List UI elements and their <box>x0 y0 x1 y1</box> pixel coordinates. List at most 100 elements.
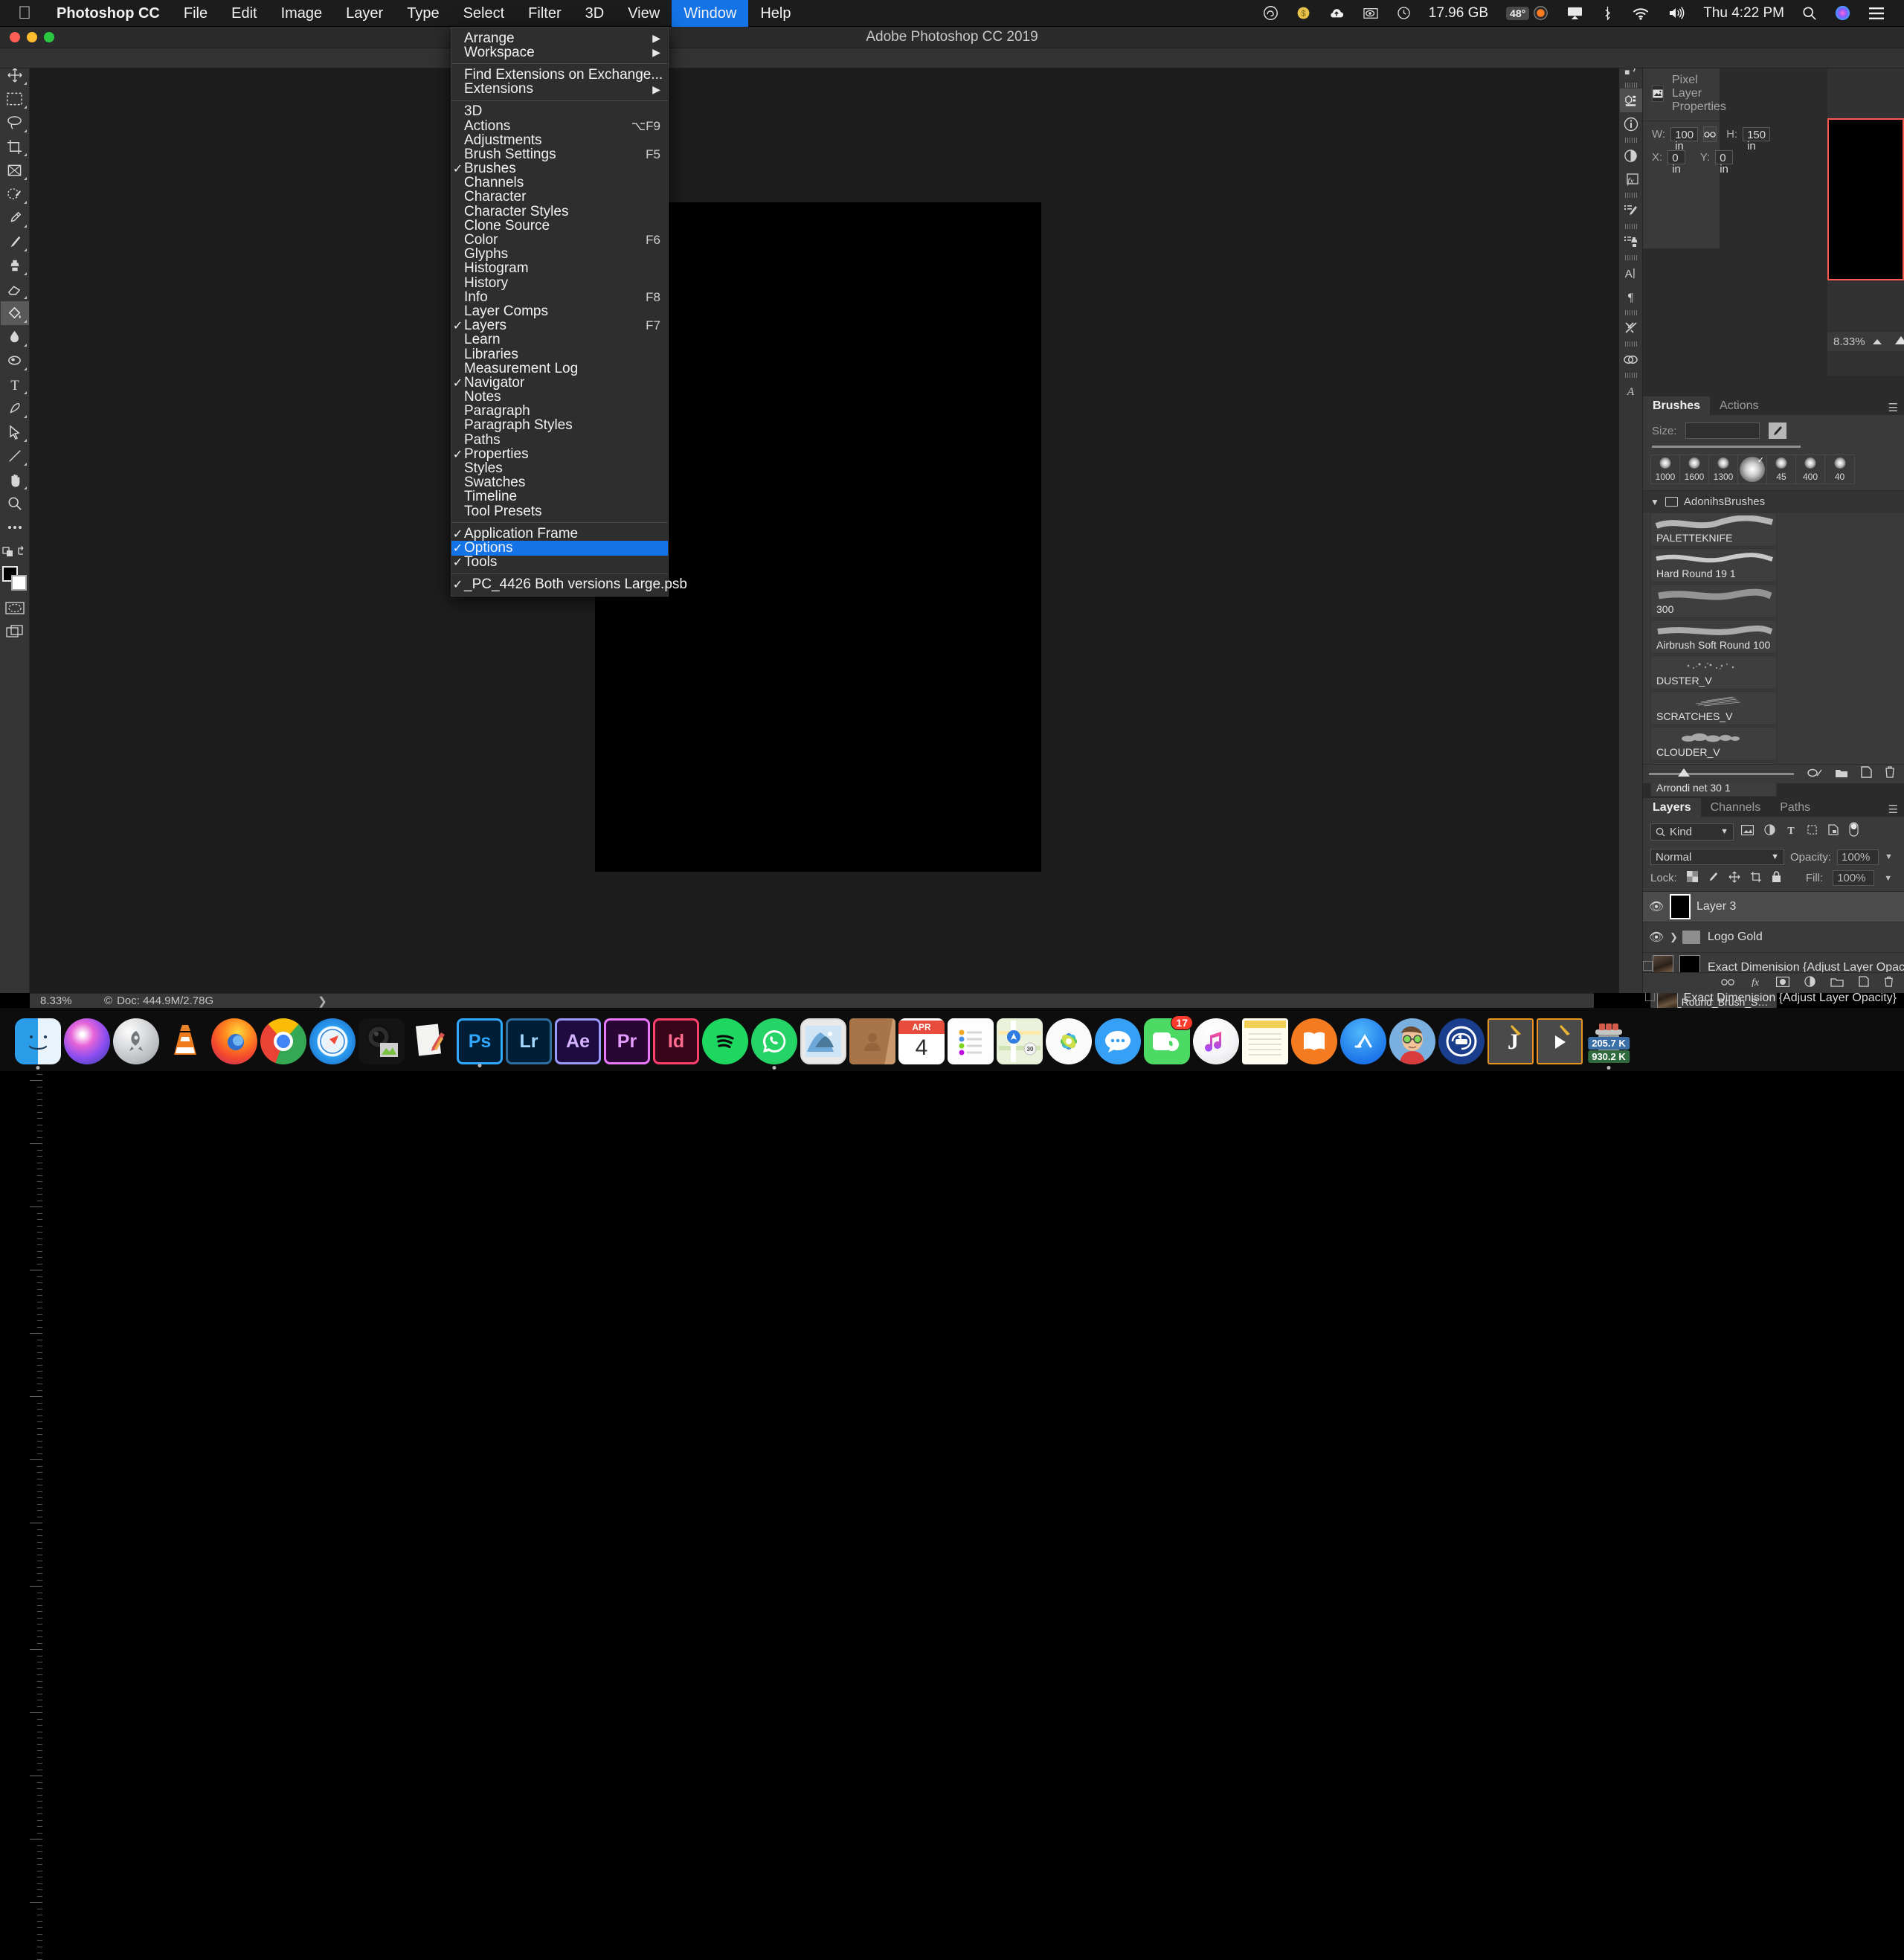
lightroom-icon[interactable]: Lr <box>506 1018 552 1064</box>
layer-name[interactable]: Exact Dimenision {Adjust Layer Opacity} <box>1684 992 1897 1005</box>
brush-preset-1[interactable]: 1600 <box>1680 455 1709 483</box>
movies-stack-icon[interactable] <box>1537 1018 1583 1064</box>
chevron-down-icon[interactable]: ▼ <box>1650 497 1659 507</box>
menu-item-info[interactable]: InfoF8 <box>451 290 668 304</box>
navigator-zoom-value[interactable]: 8.33% <box>1833 335 1865 348</box>
tab-paths[interactable]: Paths <box>1770 798 1820 817</box>
menu-select[interactable]: Select <box>451 0 517 27</box>
menu-item-3d[interactable]: 3D <box>451 105 668 119</box>
fill-stepper-icon[interactable]: ▼ <box>1884 874 1892 883</box>
layers-footer[interactable]: fx <box>1643 972 1904 993</box>
brush-preset-5[interactable]: 400 <box>1796 455 1825 483</box>
menu-item-brushes[interactable]: ✓Brushes <box>451 162 668 176</box>
lock-image-icon[interactable] <box>1708 871 1719 885</box>
menu-item-glyphs[interactable]: Glyphs <box>451 248 668 262</box>
screen-mode-icon[interactable] <box>1 620 29 643</box>
mail-icon[interactable] <box>800 1018 846 1064</box>
temperature-indicator[interactable]: 48° <box>1497 5 1557 21</box>
clone-source-icon[interactable] <box>1620 230 1642 254</box>
menu-item-paths[interactable]: Paths <box>451 433 668 447</box>
control-center-icon[interactable] <box>1859 7 1894 20</box>
menu-item-notes[interactable]: Notes <box>451 391 668 405</box>
options-bar[interactable] <box>0 48 1904 68</box>
layer-row-layer-3[interactable]: 👁 Layer 3 <box>1643 892 1904 922</box>
photoshop-icon[interactable]: Ps <box>457 1018 503 1064</box>
smartobject-filter-icon[interactable] <box>1828 823 1839 840</box>
aftereffects-icon[interactable]: Ae <box>555 1018 601 1064</box>
navigator-preview[interactable] <box>1827 67 1904 331</box>
menu-item-pc-4426-both-versions-large-psb[interactable]: ✓_PC_4426 Both versions Large.psb <box>451 578 668 592</box>
brush-settings-icon[interactable] <box>1620 199 1642 222</box>
tab-brushes[interactable]: Brushes <box>1643 396 1710 415</box>
menu-item-libraries[interactable]: Libraries <box>451 347 668 362</box>
backup-icon[interactable] <box>1438 1018 1485 1064</box>
link-icon[interactable] <box>1703 126 1717 142</box>
brush-item[interactable]: DUSTER_V <box>1650 655 1777 690</box>
dodge-tool[interactable] <box>1 349 29 373</box>
firefox-icon[interactable] <box>211 1018 257 1064</box>
menu-item-learn[interactable]: Learn <box>451 333 668 347</box>
layer-filter-icons[interactable]: T <box>1741 822 1859 841</box>
brush-preset-strip[interactable]: 1000 1600 1300 ✓ 45 400 40 <box>1650 454 1855 484</box>
menu-layer[interactable]: Layer <box>334 0 395 27</box>
menu-item-properties[interactable]: ✓Properties <box>451 447 668 461</box>
paragraph-icon[interactable]: ¶ <box>1620 285 1642 309</box>
menu-item-swatches[interactable]: Swatches <box>451 476 668 490</box>
new-group-icon[interactable] <box>1835 766 1848 783</box>
lock-transparent-icon[interactable] <box>1687 871 1698 885</box>
fill-input[interactable]: 100% <box>1833 870 1874 886</box>
delete-layer-icon[interactable] <box>1884 976 1894 990</box>
rail-grip[interactable] <box>1625 373 1637 378</box>
premiere-icon[interactable]: Pr <box>604 1018 650 1064</box>
zoom-tool[interactable] <box>1 492 29 515</box>
rail-grip[interactable] <box>1625 310 1637 315</box>
rail-grip[interactable] <box>1625 83 1637 88</box>
blend-mode-select[interactable]: Normal ▼ <box>1650 849 1784 865</box>
menu-item-histogram[interactable]: Histogram <box>451 262 668 276</box>
facetime-icon[interactable]: 17 <box>1144 1018 1190 1064</box>
layer-name[interactable]: Layer 3 <box>1696 900 1736 913</box>
brush-preset-0[interactable]: 1000 <box>1651 455 1680 483</box>
background-color-swatch[interactable] <box>11 575 27 591</box>
dollar-coin-icon[interactable]: $ <box>1287 6 1319 20</box>
chevron-down-icon[interactable]: ▼ <box>1771 852 1779 861</box>
width-input[interactable]: 100 in <box>1670 127 1698 141</box>
wifi-icon[interactable] <box>1623 7 1659 20</box>
spotlight-search-icon[interactable] <box>1793 6 1826 21</box>
layer-filter-kind-select[interactable]: Kind ▼ <box>1650 823 1734 841</box>
chevron-right-icon[interactable]: ❯ <box>1670 931 1678 943</box>
rail-grip[interactable] <box>1625 341 1637 347</box>
new-layer-icon[interactable] <box>1859 976 1869 990</box>
airplay-icon[interactable] <box>1557 6 1592 20</box>
opacity-input[interactable]: 100% <box>1837 849 1879 865</box>
launchpad-icon[interactable] <box>113 1018 159 1064</box>
layer-mask-icon[interactable] <box>1776 977 1789 990</box>
adjustment-layer-icon[interactable] <box>1804 976 1815 990</box>
brush-item[interactable]: CLOUDER_V <box>1650 727 1777 761</box>
chrome-icon[interactable] <box>260 1018 306 1064</box>
object-selection-tool[interactable] <box>1 182 29 206</box>
lock-position-icon[interactable] <box>1728 871 1740 886</box>
brush-item[interactable]: SCRATCHES_V <box>1650 691 1777 725</box>
brush-size-input[interactable] <box>1685 422 1760 439</box>
rail-grip[interactable] <box>1625 255 1637 260</box>
brush-item[interactable]: Hard Round 19 1 <box>1650 548 1777 582</box>
time-machine-icon[interactable] <box>1388 6 1420 20</box>
tool-presets-icon[interactable] <box>1620 316 1642 340</box>
pen-tool[interactable] <box>1 396 29 420</box>
new-brush-preset-icon[interactable] <box>1807 766 1822 783</box>
menu-item-character-styles[interactable]: Character Styles <box>451 205 668 219</box>
menu-item-styles[interactable]: Styles <box>451 461 668 475</box>
delete-icon[interactable] <box>1885 766 1895 783</box>
menu-3d[interactable]: 3D <box>573 0 617 27</box>
type-filter-icon[interactable]: T <box>1786 823 1796 840</box>
menu-window[interactable]: Window <box>672 0 748 27</box>
link-layers-icon[interactable] <box>1721 977 1734 989</box>
hand-tool[interactable] <box>1 468 29 492</box>
menu-item-workspace[interactable]: Workspace▶ <box>451 45 668 60</box>
menu-item-find-extensions-on-exchange[interactable]: Find Extensions on Exchange... <box>451 68 668 82</box>
menu-item-application-frame[interactable]: ✓Application Frame <box>451 527 668 541</box>
brush-preset-3-selected[interactable]: ✓ <box>1738 455 1767 483</box>
blur-tool[interactable] <box>1 325 29 349</box>
menu-item-tool-presets[interactable]: Tool Presets <box>451 504 668 518</box>
